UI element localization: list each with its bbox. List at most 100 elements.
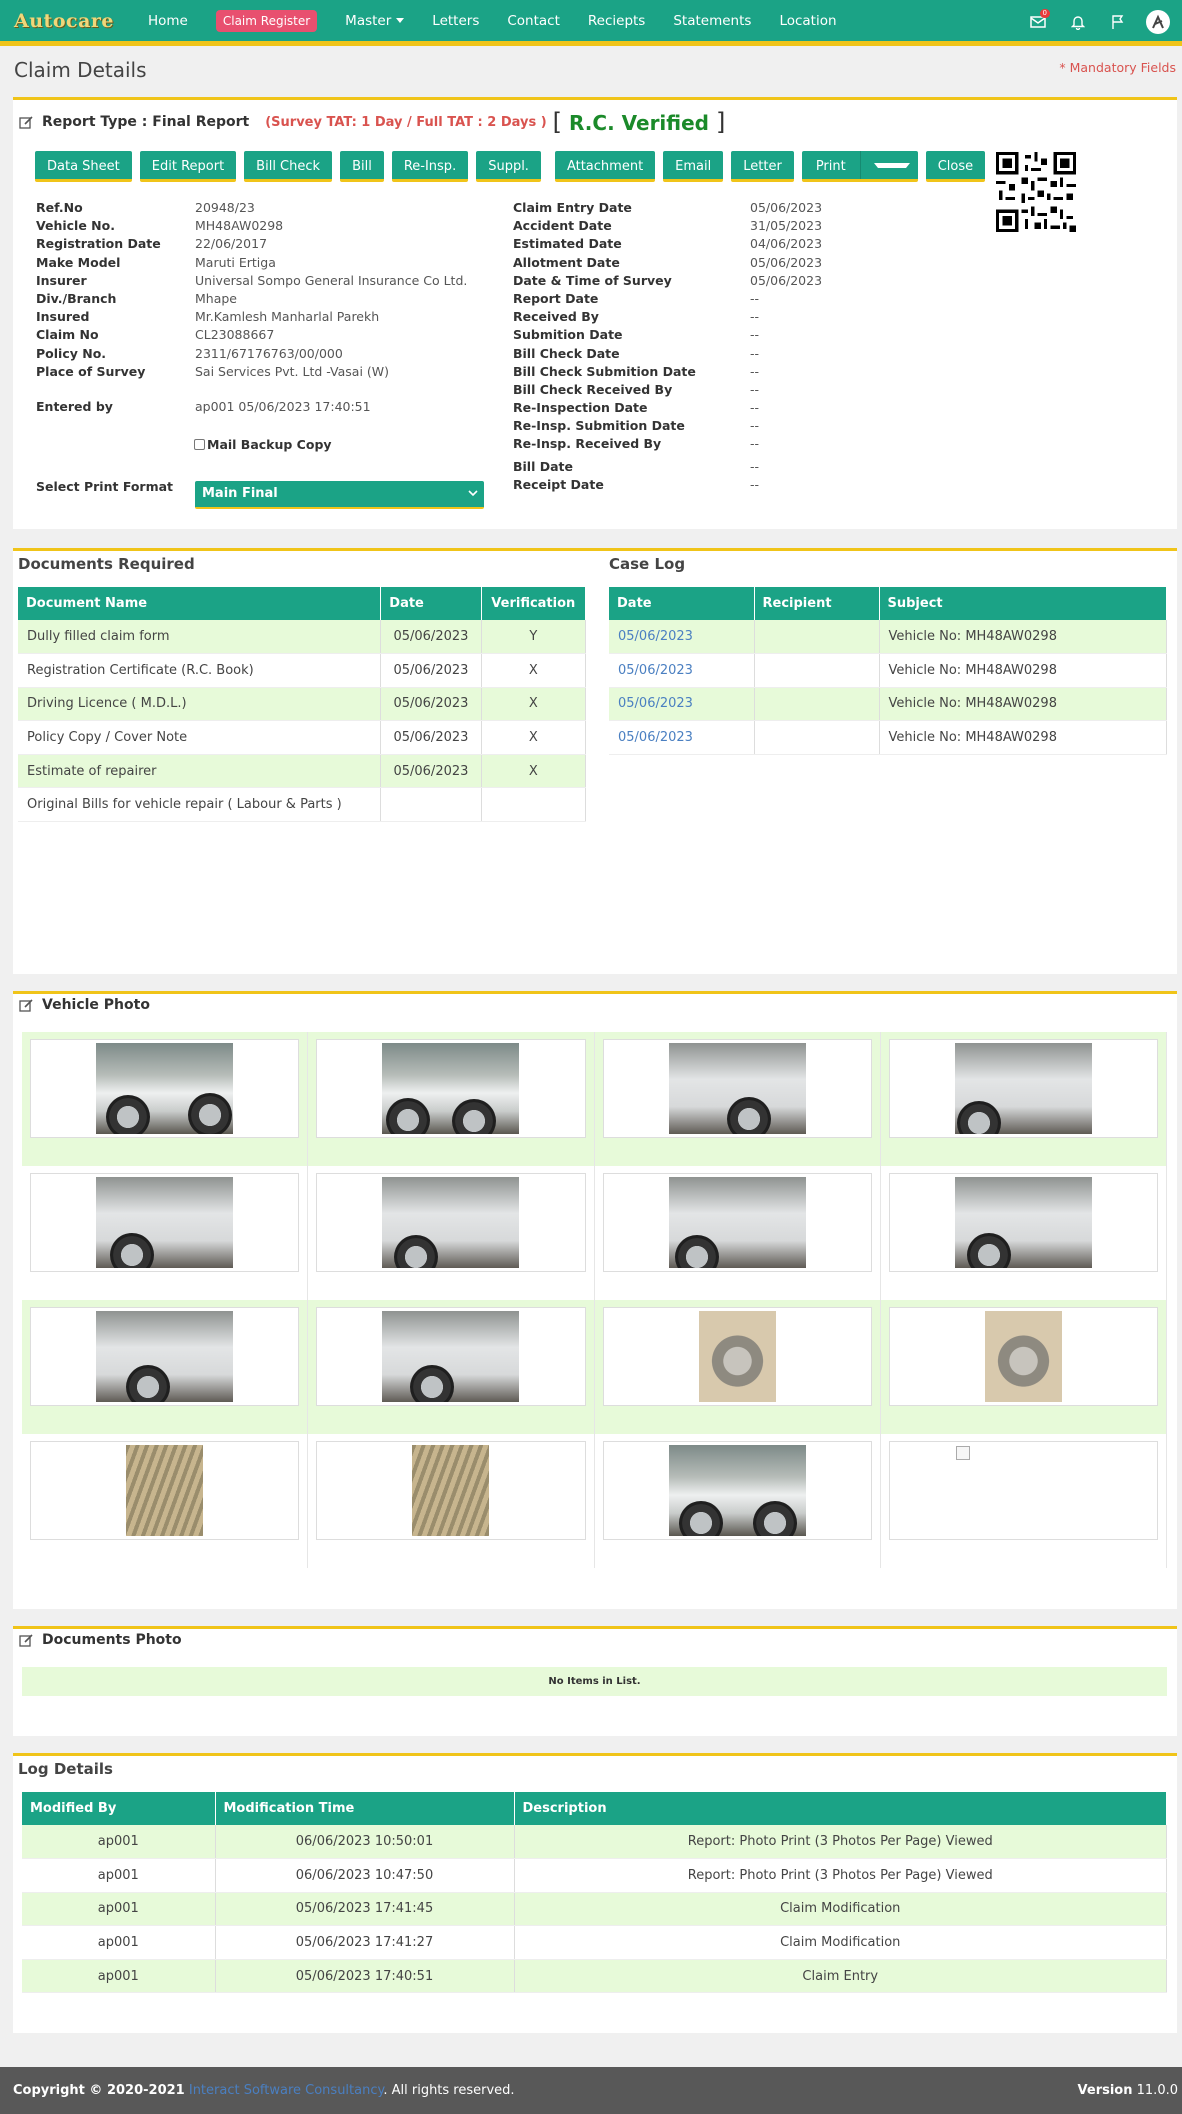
rc-bracket-open: [ bbox=[552, 108, 563, 136]
info-label: Bill Check Received By bbox=[513, 381, 673, 397]
nav-contact[interactable]: Contact bbox=[507, 13, 560, 29]
info-value: -- bbox=[750, 363, 760, 379]
checkbox-box[interactable] bbox=[194, 439, 205, 450]
info-row: Receipt Date -- bbox=[513, 477, 759, 495]
date-link[interactable]: 05/06/2023 bbox=[618, 696, 693, 711]
vehicle-photo-thumb[interactable] bbox=[888, 1441, 1158, 1540]
info-row: Div./Branch Mhape bbox=[36, 291, 467, 309]
table-cell: Claim Modification bbox=[514, 1925, 1167, 1960]
attachment-button[interactable]: Attachment bbox=[554, 151, 656, 182]
table-row: Original Bills for vehicle repair ( Labo… bbox=[18, 787, 587, 823]
info-label: Bill Check Date bbox=[513, 345, 620, 361]
nav-home[interactable]: Home bbox=[148, 13, 188, 29]
vehicle-photo bbox=[382, 1311, 520, 1402]
col-date: Date bbox=[380, 587, 482, 620]
vehicle-photo-thumb[interactable] bbox=[602, 1039, 872, 1138]
table-cell: X bbox=[481, 687, 587, 722]
vehicle-photo-card: Vehicle Photo bbox=[13, 991, 1177, 1609]
vehicle-photo-thumb[interactable] bbox=[602, 1173, 872, 1272]
table-cell: ap001 bbox=[22, 1858, 216, 1893]
vehicle-photo-header: Vehicle Photo bbox=[19, 997, 150, 1013]
nav-location[interactable]: Location bbox=[779, 13, 836, 29]
bill-button[interactable]: Bill bbox=[340, 151, 384, 182]
letter-button[interactable]: Letter bbox=[731, 151, 794, 182]
vehicle-photo-thumb[interactable] bbox=[316, 1039, 586, 1138]
vehicle-photo-thumb[interactable] bbox=[602, 1441, 872, 1540]
claim-info-right: Claim Entry Date 05/06/2023 Accident Date 3… bbox=[513, 200, 822, 455]
nav-letters[interactable]: Letters bbox=[432, 13, 479, 29]
table-cell: Dully filled claim form bbox=[18, 620, 382, 655]
print-format-select[interactable]: Main Final bbox=[195, 481, 484, 509]
vehicle-photo bbox=[954, 1043, 1092, 1134]
bell-icon[interactable] bbox=[1064, 8, 1092, 36]
info-value: -- bbox=[750, 459, 760, 474]
date-link[interactable]: 05/06/2023 bbox=[618, 663, 693, 678]
nav-claim-register[interactable]: Claim Register bbox=[215, 9, 318, 32]
company-link[interactable]: Interact Software Consultancy bbox=[189, 2083, 383, 2098]
table-cell: 05/06/2023 bbox=[609, 620, 755, 655]
flag-icon[interactable] bbox=[1104, 8, 1132, 36]
date-link[interactable]: 05/06/2023 bbox=[618, 730, 693, 745]
info-label: Accident Date bbox=[513, 218, 612, 234]
info-value: Sai Services Pvt. Ltd -Vasai (W) bbox=[195, 363, 390, 379]
vehicle-photo-thumb[interactable] bbox=[30, 1441, 300, 1540]
edit-report-button[interactable]: Edit Report bbox=[139, 151, 237, 182]
table-cell: 05/06/2023 bbox=[609, 653, 755, 688]
brand-logo[interactable]: Autocare bbox=[14, 10, 114, 32]
info-row: Insured Mr.Kamlesh Manharlal Parekh bbox=[36, 309, 467, 327]
info-label: Claim Entry Date bbox=[513, 200, 632, 215]
close-button[interactable]: Close bbox=[925, 151, 986, 182]
vehicle-photo bbox=[668, 1043, 806, 1134]
vehicle-photo-thumb[interactable] bbox=[602, 1307, 872, 1406]
vehicle-photo-thumb[interactable] bbox=[888, 1173, 1158, 1272]
info-label: Report Date bbox=[513, 290, 599, 306]
re-insp-button[interactable]: Re-Insp. bbox=[391, 151, 469, 182]
vehicle-photo-thumb[interactable] bbox=[888, 1039, 1158, 1138]
table-cell: 05/06/2023 bbox=[380, 620, 482, 655]
data-sheet-button[interactable]: Data Sheet bbox=[35, 151, 132, 182]
top-navbar: Autocare Home Claim Register Master Lett… bbox=[0, 0, 1182, 46]
vehicle-photo bbox=[984, 1311, 1062, 1402]
vehicle-photo-thumb[interactable] bbox=[30, 1039, 300, 1138]
vehicle-photo-thumb[interactable] bbox=[316, 1307, 586, 1406]
info-row: Allotment Date 05/06/2023 bbox=[513, 255, 822, 273]
version-info: Version 11.0.0 bbox=[1078, 2083, 1178, 2098]
chevron-down-icon bbox=[468, 490, 478, 497]
nav-reciepts[interactable]: Reciepts bbox=[588, 13, 645, 29]
email-button[interactable]: Email bbox=[663, 151, 724, 182]
bill-check-button[interactable]: Bill Check bbox=[244, 151, 333, 182]
mail-icon[interactable]: 0 bbox=[1024, 8, 1052, 36]
vehicle-photo-thumb[interactable] bbox=[30, 1307, 300, 1406]
nav-statements[interactable]: Statements bbox=[673, 13, 751, 29]
caret-down-icon bbox=[396, 18, 405, 23]
vehicle-photo bbox=[954, 1177, 1092, 1268]
table-row: ap001 06/06/2023 10:50:01 Report: Photo Pr… bbox=[22, 1825, 1167, 1860]
print-button[interactable]: Print bbox=[801, 151, 918, 182]
mail-backup-checkbox[interactable]: Mail Backup Copy bbox=[194, 437, 332, 452]
photo-row bbox=[22, 1166, 1167, 1300]
rc-verified-status: [ R.C. Verified ] bbox=[553, 108, 726, 136]
info-row: Ref.No 20948/23 bbox=[36, 200, 467, 218]
vehicle-photo-thumb[interactable] bbox=[30, 1173, 300, 1272]
info-value: 31/05/2023 bbox=[750, 218, 823, 234]
print-dropdown-toggle[interactable] bbox=[859, 151, 918, 179]
info-row: Insurer Universal Sompo General Insurance… bbox=[36, 273, 467, 291]
info-row: Re-Inspection Date -- bbox=[513, 400, 822, 418]
col-recipient: Recipient bbox=[754, 587, 880, 620]
date-link[interactable]: 05/06/2023 bbox=[618, 629, 693, 644]
vehicle-photo-thumb[interactable] bbox=[888, 1307, 1158, 1406]
user-avatar-icon[interactable] bbox=[1144, 8, 1172, 36]
info-label: Insured bbox=[36, 309, 90, 325]
vehicle-photo-thumb[interactable] bbox=[316, 1441, 586, 1540]
tat-info: (Survey TAT: 1 Day / Full TAT : 2 Days ) bbox=[265, 114, 547, 130]
info-label: Bill Date bbox=[513, 459, 573, 474]
suppl-button[interactable]: Suppl. bbox=[476, 151, 541, 182]
info-value: -- bbox=[750, 327, 760, 343]
table-cell: X bbox=[481, 754, 587, 789]
documents-photo-card: Documents Photo No Items in List. bbox=[13, 1626, 1177, 1736]
info-row: Place of Survey Sai Services Pvt. Ltd -Va… bbox=[36, 364, 467, 382]
documents-table: Document Name Date Verification Dully fi… bbox=[18, 587, 587, 823]
nav-master[interactable]: Master bbox=[345, 13, 405, 29]
vehicle-photo-thumb[interactable] bbox=[316, 1173, 586, 1272]
info-row: Bill Check Submition Date -- bbox=[513, 364, 822, 382]
